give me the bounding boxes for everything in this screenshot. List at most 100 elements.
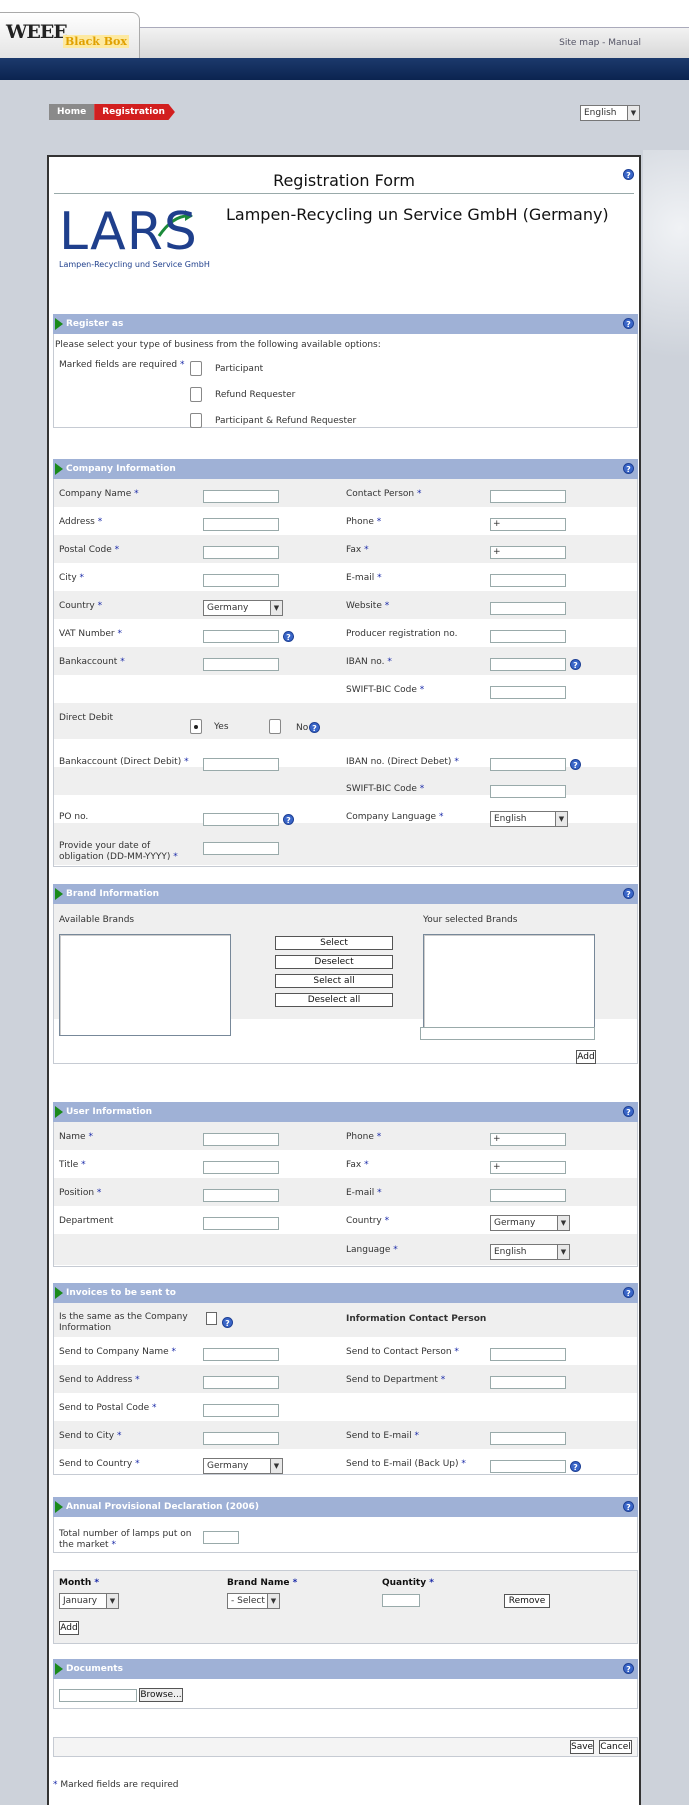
vat-input[interactable] <box>203 630 279 643</box>
available-brands-list[interactable] <box>59 934 231 1036</box>
brand-name-select[interactable]: - Select - ▼ <box>227 1593 280 1609</box>
obligation-input[interactable] <box>203 842 279 855</box>
send-company-name-input[interactable] <box>203 1348 279 1361</box>
help-icon[interactable]: ? <box>623 463 634 474</box>
country-select[interactable]: Germany ▼ <box>203 600 283 616</box>
iban-input[interactable] <box>490 658 566 671</box>
user-country-select[interactable]: Germany ▼ <box>490 1215 570 1231</box>
add-brand-button[interactable]: Add <box>576 1050 596 1064</box>
send-city-input[interactable] <box>203 1432 279 1445</box>
send-department-input[interactable] <box>490 1376 566 1389</box>
direct-debit-label: Direct Debit <box>59 713 114 723</box>
company-language-select[interactable]: English ▼ <box>490 811 568 827</box>
website-input[interactable] <box>490 602 566 615</box>
deselect-all-button[interactable]: Deselect all <box>275 993 393 1007</box>
user-name-input[interactable] <box>203 1133 279 1146</box>
help-icon[interactable]: ? <box>222 1317 233 1328</box>
fax-input[interactable]: + <box>490 546 566 559</box>
user-language-value: English <box>494 1247 527 1257</box>
send-address-label: Send to Address * <box>59 1375 140 1385</box>
logo-sub[interactable]: Black Box <box>63 35 129 48</box>
send-email-backup-input[interactable] <box>490 1460 566 1473</box>
help-icon[interactable]: ? <box>623 1106 634 1117</box>
chevron-down-icon: ▼ <box>557 1216 569 1230</box>
help-icon[interactable]: ? <box>309 722 320 733</box>
help-icon[interactable]: ? <box>570 659 581 670</box>
radio-participant-refund[interactable] <box>190 413 202 428</box>
required-note: * Marked fields are required <box>53 1780 179 1790</box>
send-postal-input[interactable] <box>203 1404 279 1417</box>
help-icon[interactable]: ? <box>283 631 294 642</box>
swift-label: SWIFT-BIC Code * <box>346 685 425 695</box>
user-fax-input[interactable]: + <box>490 1161 566 1174</box>
contact-person-input[interactable] <box>490 490 566 503</box>
send-country-select[interactable]: Germany ▼ <box>203 1458 283 1474</box>
help-icon[interactable]: ? <box>570 759 581 770</box>
document-file-input[interactable] <box>59 1689 137 1702</box>
deselect-button[interactable]: Deselect <box>275 955 393 969</box>
send-contact-person-input[interactable] <box>490 1348 566 1361</box>
user-title-input[interactable] <box>203 1161 279 1174</box>
site-map-link[interactable]: Site map <box>559 38 599 48</box>
help-icon[interactable]: ? <box>623 888 634 899</box>
section-title: User Information <box>66 1107 153 1117</box>
breadcrumb-home[interactable]: Home <box>49 104 95 120</box>
city-input[interactable] <box>203 574 279 587</box>
help-icon[interactable]: ? <box>623 1287 634 1298</box>
logo-main[interactable]: WEEE <box>6 21 68 43</box>
radio-direct-debit-no[interactable] <box>269 719 281 734</box>
po-input[interactable] <box>203 813 279 826</box>
producer-reg-input[interactable] <box>490 630 566 643</box>
same-as-company-label: Is the same as the Company Information <box>59 1312 188 1333</box>
brand-name-input[interactable] <box>420 1027 595 1040</box>
user-language-select[interactable]: English ▼ <box>490 1244 570 1260</box>
registration-panel: Registration Form ? LARS Lampen-Recyclin… <box>47 155 641 1805</box>
address-input[interactable] <box>203 518 279 531</box>
postal-code-input[interactable] <box>203 546 279 559</box>
remove-button[interactable]: Remove <box>504 1594 550 1608</box>
swift-dd-input[interactable] <box>490 785 566 798</box>
quantity-input[interactable] <box>382 1594 420 1607</box>
help-icon[interactable]: ? <box>623 318 634 329</box>
swift-input[interactable] <box>490 686 566 699</box>
help-icon[interactable]: ? <box>623 1663 634 1674</box>
help-icon[interactable]: ? <box>570 1461 581 1472</box>
play-arrow-icon <box>55 463 63 475</box>
month-select[interactable]: January ▼ <box>59 1593 119 1609</box>
user-department-input[interactable] <box>203 1217 279 1230</box>
radio-direct-debit-yes[interactable] <box>190 719 202 734</box>
help-icon[interactable]: ? <box>623 169 634 180</box>
add-declaration-button[interactable]: Add <box>59 1621 79 1635</box>
total-lamps-input[interactable] <box>203 1531 239 1544</box>
user-email-input[interactable] <box>490 1189 566 1202</box>
radio-participant[interactable] <box>190 361 202 376</box>
bankaccount-input[interactable] <box>203 658 279 671</box>
section-title: Annual Provisional Declaration (2006) <box>66 1502 259 1512</box>
user-phone-label: Phone * <box>346 1132 382 1142</box>
selected-brands-list[interactable] <box>423 934 595 1036</box>
cancel-button[interactable]: Cancel <box>599 1740 632 1754</box>
user-language-label: Language * <box>346 1245 398 1255</box>
browse-button[interactable]: Browse... <box>139 1688 183 1702</box>
send-email-input[interactable] <box>490 1432 566 1445</box>
company-name-input[interactable] <box>203 490 279 503</box>
section-title: Company Information <box>66 464 176 474</box>
save-button[interactable]: Save <box>570 1740 594 1754</box>
language-select[interactable]: English ▼ <box>580 105 640 121</box>
bankaccount-dd-input[interactable] <box>203 758 279 771</box>
send-address-input[interactable] <box>203 1376 279 1389</box>
select-all-button[interactable]: Select all <box>275 974 393 988</box>
section-company-information: Company Information? <box>53 459 638 479</box>
phone-input[interactable]: + <box>490 518 566 531</box>
help-icon[interactable]: ? <box>623 1501 634 1512</box>
select-button[interactable]: Select <box>275 936 393 950</box>
user-phone-input[interactable]: + <box>490 1133 566 1146</box>
radio-refund-requester[interactable] <box>190 387 202 402</box>
email-input[interactable] <box>490 574 566 587</box>
send-contact-person-label: Send to Contact Person * <box>346 1347 459 1357</box>
user-position-input[interactable] <box>203 1189 279 1202</box>
iban-dd-input[interactable] <box>490 758 566 771</box>
same-as-company-checkbox[interactable] <box>206 1312 217 1325</box>
help-icon[interactable]: ? <box>283 814 294 825</box>
manual-link[interactable]: Manual <box>608 38 641 48</box>
